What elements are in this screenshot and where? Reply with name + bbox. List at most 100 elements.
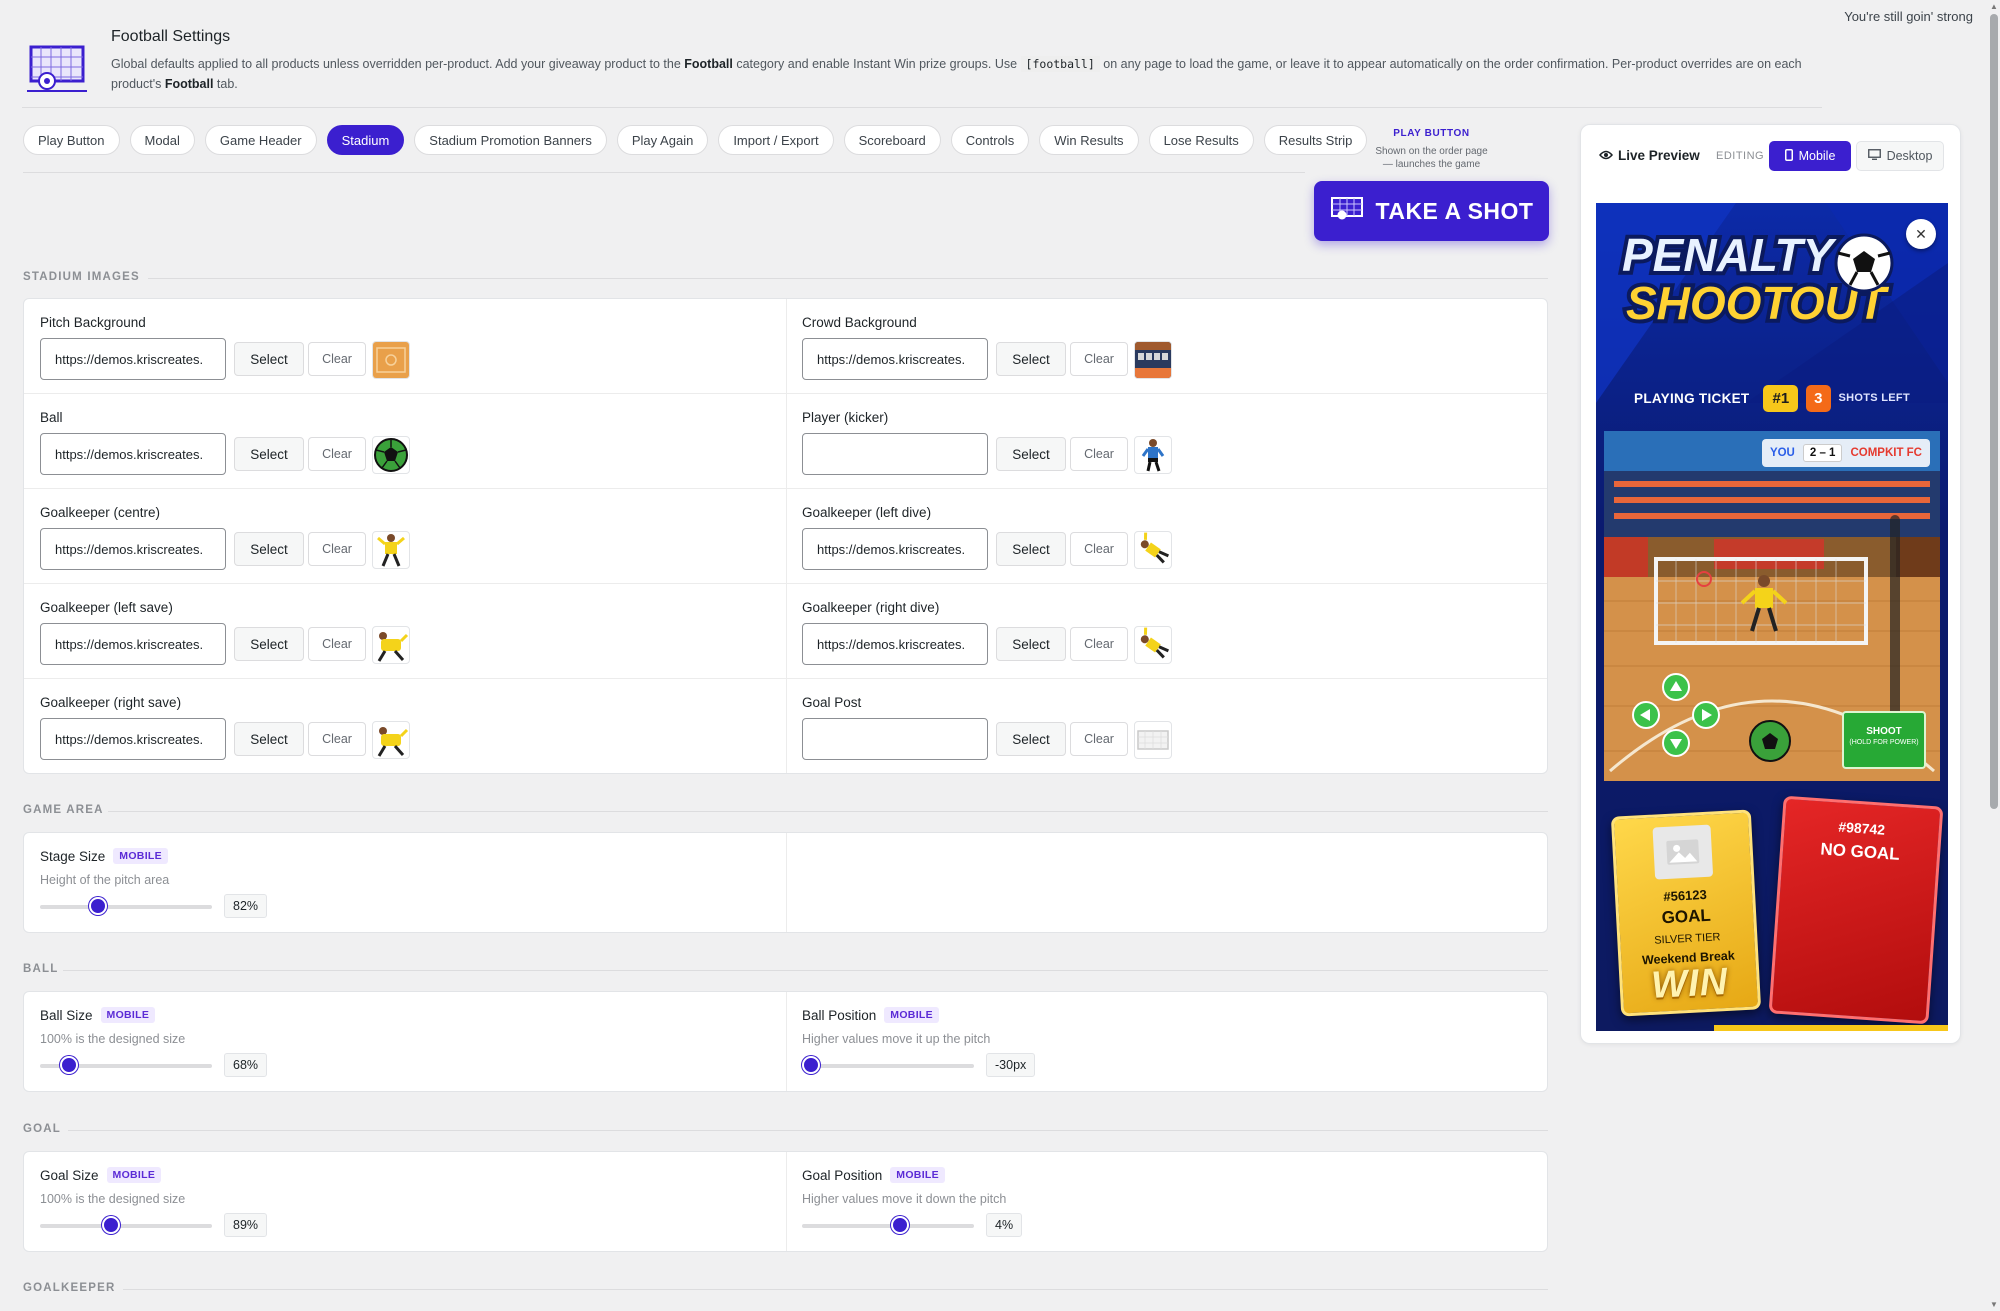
page-header: Football Settings Global defaults applie… <box>22 26 1822 108</box>
goalkeeper-right-dive-select-button[interactable]: Select <box>996 627 1066 661</box>
page-description: Global defaults applied to all products … <box>111 56 1802 91</box>
ball-position-value: -30px <box>986 1053 1036 1077</box>
crowd-background-clear-button[interactable]: Clear <box>1070 342 1128 376</box>
tab-stadium[interactable]: Stadium <box>326 125 405 155</box>
mobile-view-button[interactable]: Mobile <box>1769 141 1851 171</box>
goalkeeper-left-dive-label: Goalkeeper (left dive) <box>802 505 932 520</box>
goal-position-label: Goal Position MOBILE <box>802 1167 945 1183</box>
tab-import-export[interactable]: Import / Export <box>718 125 834 155</box>
pitch-background-thumbnail-icon <box>372 341 410 379</box>
page-scrollbar[interactable]: ▲ ▼ <box>1988 0 2000 1311</box>
goalkeeper-centre-clear-button[interactable]: Clear <box>308 532 366 566</box>
stage-size-value: 82% <box>224 894 268 918</box>
goalkeeper-right-save-select-button[interactable]: Select <box>234 722 304 756</box>
tab-win-results[interactable]: Win Results <box>1039 125 1139 155</box>
goal-size-label: Goal Size MOBILE <box>40 1167 162 1183</box>
mobile-badge: MOBILE <box>106 1167 162 1183</box>
goalkeeper-left-dive-url-input[interactable] <box>802 528 988 570</box>
player-kicker-select-button[interactable]: Select <box>996 437 1066 471</box>
pitch-background-clear-button[interactable]: Clear <box>308 342 366 376</box>
scrollbar-thumb[interactable] <box>1990 14 1998 809</box>
close-game-button[interactable]: ✕ <box>1906 219 1936 249</box>
ball-size-setting: Ball Size MOBILE 100% is the designed size… <box>24 992 784 1091</box>
goalkeeper-left-dive-thumbnail-icon <box>1134 531 1172 569</box>
goal-size-setting: Goal Size MOBILE 100% is the designed size… <box>24 1152 784 1251</box>
goalkeeper-right-dive-thumbnail-icon <box>1134 626 1172 664</box>
ball-position-description: Higher values move it up the pitch <box>802 1032 991 1046</box>
preview-toolbar: Live Preview EDITING Mobile Desktop <box>1581 140 1960 172</box>
game-area-card: Stage Size MOBILE Height of the pitch area… <box>23 832 1548 933</box>
crowd-background-label: Crowd Background <box>802 315 917 330</box>
stage-size-slider-track[interactable] <box>40 905 212 909</box>
stage-size-slider-handle[interactable] <box>89 897 107 915</box>
goalkeeper-right-save-clear-button[interactable]: Clear <box>308 722 366 756</box>
ball-url-input[interactable] <box>40 433 226 475</box>
goalkeeper-centre-url-input[interactable] <box>40 528 226 570</box>
ball-label: Ball <box>40 410 63 425</box>
goalkeeper-left-save-label: Goalkeeper (left save) <box>40 600 173 615</box>
editing-label: EDITING <box>1716 150 1765 162</box>
goal-position-description: Higher values move it down the pitch <box>802 1192 1007 1206</box>
goalkeeper-centre-select-button[interactable]: Select <box>234 532 304 566</box>
shots-left-badge: 3 <box>1806 384 1831 412</box>
goal-position-setting: Goal Position MOBILE Higher values move it… <box>786 1152 1546 1251</box>
ball-position-label: Ball Position MOBILE <box>802 1007 939 1023</box>
mobile-badge: MOBILE <box>113 848 168 864</box>
goalkeeper-left-dive-field: Goalkeeper (left dive) SelectClear <box>786 489 1546 584</box>
goalkeeper-centre-label: Goalkeeper (centre) <box>40 505 161 520</box>
ball-position-setting: Ball Position MOBILE Higher values move it… <box>786 992 1546 1091</box>
goalkeeper-left-dive-select-button[interactable]: Select <box>996 532 1066 566</box>
crowd-background-select-button[interactable]: Select <box>996 342 1066 376</box>
goalkeeper-right-dive-url-input[interactable] <box>802 623 988 665</box>
ball-select-button[interactable]: Select <box>234 437 304 471</box>
crowd-background-url-input[interactable] <box>802 338 988 380</box>
desktop-view-button[interactable]: Desktop <box>1856 141 1944 171</box>
goal-post-clear-button[interactable]: Clear <box>1070 722 1128 756</box>
section-label-goalkeeper: GOALKEEPER <box>23 1282 1548 1294</box>
player-kicker-field: Player (kicker) Select Clear <box>786 394 1546 489</box>
goalkeeper-left-save-url-input[interactable] <box>40 623 226 665</box>
page-title: Football Settings <box>111 28 231 45</box>
tab-play-again[interactable]: Play Again <box>616 125 709 155</box>
monitor-icon <box>1867 149 1881 163</box>
tab-modal[interactable]: Modal <box>129 125 195 155</box>
stage-size-description: Height of the pitch area <box>40 873 170 887</box>
tab-stadium-promotion-banners[interactable]: Stadium Promotion Banners <box>414 125 607 155</box>
mobile-badge: MOBILE <box>890 1167 945 1183</box>
pitch-background-select-button[interactable]: Select <box>234 342 304 376</box>
ball-card: Ball Size MOBILE 100% is the designed size… <box>23 991 1548 1092</box>
tab-controls[interactable]: Controls <box>950 125 1030 155</box>
eye-icon <box>1599 148 1613 163</box>
ball-position-slider-handle[interactable] <box>802 1056 820 1074</box>
stage-size-label: Stage Size MOBILE <box>40 848 168 864</box>
goalkeeper-left-save-thumbnail-icon <box>372 626 410 664</box>
top-message: You're still goin' strong <box>1844 9 1973 24</box>
goal-size-slider-handle[interactable] <box>102 1216 120 1234</box>
goal-post-url-input[interactable] <box>802 718 988 760</box>
goal-post-field: Goal Post Select Clear <box>786 679 1546 774</box>
play-button-preview: PLAY BUTTON Shown on the order page — la… <box>1314 128 1549 241</box>
shoot-button[interactable]: SHOOT (HOLD FOR POWER) <box>1842 711 1926 769</box>
goal-position-slider-track[interactable] <box>802 1224 974 1228</box>
goal-post-select-button[interactable]: Select <box>996 722 1066 756</box>
tab-scoreboard[interactable]: Scoreboard <box>843 125 941 155</box>
tab-game-header[interactable]: Game Header <box>204 125 317 155</box>
goal-size-description: 100% is the designed size <box>40 1192 186 1206</box>
goal-position-slider-handle[interactable] <box>891 1216 909 1234</box>
take-a-shot-button[interactable]: TAKE A SHOT <box>1314 181 1549 241</box>
goal-size-slider-track[interactable] <box>40 1224 212 1228</box>
pitch-background-url-input[interactable] <box>40 338 226 380</box>
ball-position-slider-track[interactable] <box>802 1064 974 1068</box>
goalkeeper-right-dive-field: Goalkeeper (right dive) SelectClear <box>786 584 1546 679</box>
goalkeeper-left-save-clear-button[interactable]: Clear <box>308 627 366 661</box>
ball-clear-button[interactable]: Clear <box>308 437 366 471</box>
player-kicker-clear-button[interactable]: Clear <box>1070 437 1128 471</box>
goalkeeper-left-save-select-button[interactable]: Select <box>234 627 304 661</box>
player-kicker-url-input[interactable] <box>802 433 988 475</box>
goalkeeper-left-dive-clear-button[interactable]: Clear <box>1070 532 1128 566</box>
tab-lose-results[interactable]: Lose Results <box>1148 125 1254 155</box>
goalkeeper-right-save-url-input[interactable] <box>40 718 226 760</box>
ball-size-slider-handle[interactable] <box>60 1056 78 1074</box>
goalkeeper-right-dive-clear-button[interactable]: Clear <box>1070 627 1128 661</box>
tab-play-button[interactable]: Play Button <box>23 125 120 155</box>
